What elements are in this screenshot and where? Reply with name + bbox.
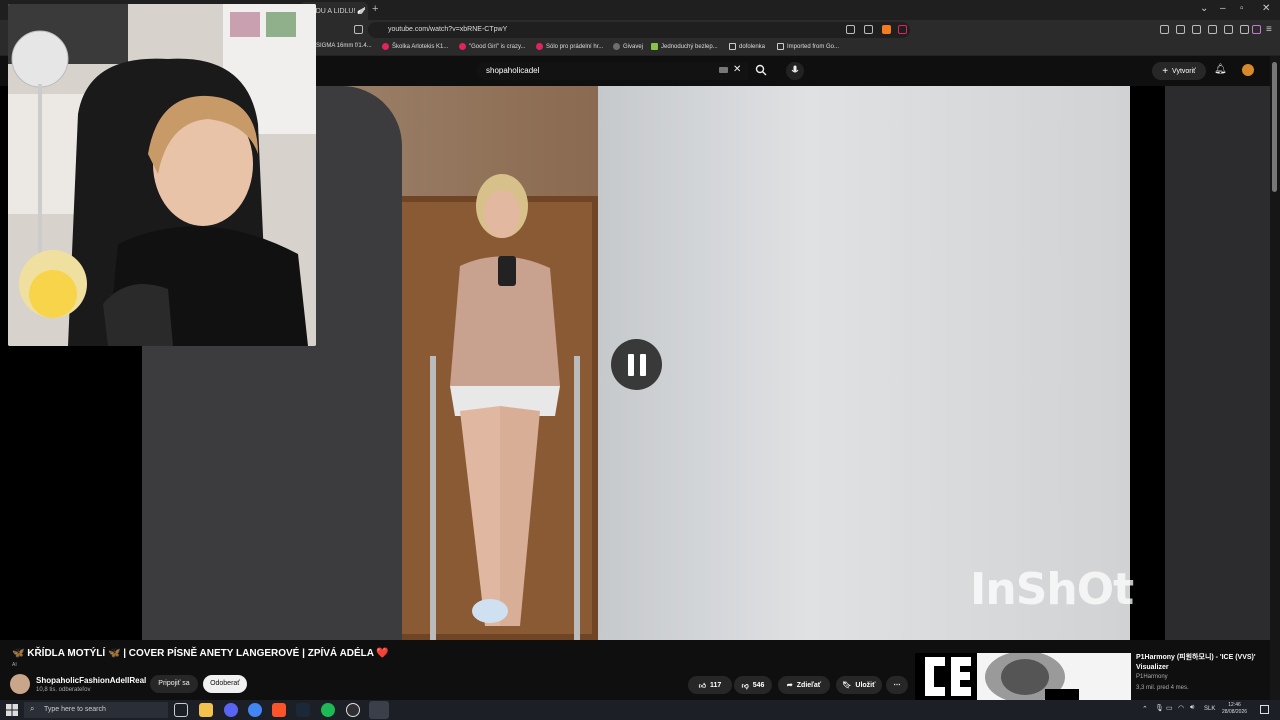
bookmark-item[interactable]: Sólo pro prádelní hr... [536,43,603,50]
create-button[interactable]: + Vytvoriť [1152,62,1206,80]
channel-avatar[interactable] [10,674,30,694]
brave-rewards-icon[interactable] [898,25,907,34]
bookmark-favicon-icon [613,43,620,50]
recommended-channel[interactable]: P1Harmony [1136,674,1168,680]
pause-button[interactable] [611,339,662,390]
video-watermark: InShOt [970,564,1134,615]
profile-icon[interactable] [1252,25,1261,34]
brave-icon[interactable] [272,703,286,717]
bookmark-icon: 🔖︎ [842,682,852,689]
plus-icon: + [1162,65,1169,77]
dislike-button[interactable]: 👎︎ 546 [734,676,772,694]
folder-icon [729,43,736,50]
search-button[interactable] [748,62,774,80]
more-actions-button[interactable]: ⋯ [886,676,908,694]
recommended-title[interactable]: P1Harmony (피원하모니) - 'ICE (VVS)' Visualiz… [1136,653,1266,673]
share-icon: ➦ [786,682,793,689]
thumbs-down-icon: 👎︎ [741,682,749,690]
search-input[interactable]: shopaholicadel [476,62,748,80]
windows-start-icon[interactable] [6,704,18,716]
bookmark-item[interactable]: Školka Arlotekis K1... [382,43,448,50]
video-frame-wall [598,86,1130,640]
search-icon: ⌕ [30,704,35,713]
save-button[interactable]: 🔖︎ Uložiť [836,676,882,694]
search-icon [755,64,767,76]
video-frame-person [450,174,560,626]
recommended-thumbnail-image [915,653,1131,700]
bookmark-favicon-icon [536,43,543,50]
discord-icon[interactable] [224,703,238,717]
keyboard-icon[interactable] [719,67,728,73]
leo-icon[interactable] [1240,25,1249,34]
ai-badge: AI [12,662,17,668]
share-button[interactable]: ➦ Zdieľať [778,676,830,694]
scrollbar-thumb[interactable] [1272,62,1277,192]
join-button[interactable]: Pripojiť sa [150,675,198,693]
network-icon[interactable]: ▭ [1166,704,1173,712]
webcam-overlay [8,4,316,346]
bookmark-favicon-icon [651,43,658,50]
bookmark-favicon-icon [459,43,466,50]
microphone-tray-icon[interactable]: 🎙︎ [1155,704,1164,712]
wifi-icon[interactable]: ◠ [1178,704,1184,712]
subscriber-count: 10,8 tis. odberateľov [36,687,91,693]
extensions-icon[interactable] [1160,25,1169,34]
folder-icon [777,43,784,50]
bookmark-item[interactable]: SIGMA 16mm f/1.4... [316,43,372,49]
subscribed-button[interactable]: Odoberať [203,675,247,693]
minimize-icon[interactable]: – [1220,3,1226,14]
sidebar-icon[interactable] [1192,25,1201,34]
media-icon[interactable] [1176,25,1185,34]
tray-expand-icon[interactable]: ⌃ [1142,705,1148,713]
spotify-icon[interactable] [321,703,335,717]
taskbar [0,700,1280,720]
url-field[interactable]: youtube.com/watch?v=xbRNE-CTpwY [368,22,910,38]
recommended-meta: 3,3 mil. pred 4 mes. [1136,685,1189,691]
bookmark-item[interactable]: "Good Girl" is crazy... [459,43,526,50]
chrome-icon[interactable] [248,703,262,717]
file-explorer-icon[interactable] [199,703,213,717]
thumbs-up-icon: 👍︎ [698,682,707,690]
channel-name[interactable]: ShopaholicFashionAdellReal [36,676,146,685]
bookmark-folder[interactable]: dofolenka [729,43,765,50]
taskbar-search[interactable]: Type here to search [24,702,168,718]
language-indicator[interactable]: SLK [1204,706,1215,712]
notification-center-icon[interactable] [1260,705,1269,714]
brave-active-icon[interactable] [369,701,389,719]
video-title: 🦋 KŘÍDLA MOTÝLÍ 🦋 | COVER PÍSNĚ ANETY LA… [12,648,389,659]
clock[interactable]: 12:46 28/08/2026 [1222,702,1247,716]
recommended-thumbnail[interactable] [915,653,1131,700]
maximize-icon[interactable]: ▫ [1240,3,1244,14]
obs-icon[interactable] [346,703,360,717]
volume-icon[interactable]: 🔊︎ [1190,704,1194,712]
translate-icon[interactable] [846,25,855,34]
new-tab-icon[interactable]: + [372,3,378,15]
tab-list-icon[interactable]: ⌄ [1200,3,1208,14]
mic-icon [791,65,799,73]
notifications-bell-icon[interactable]: 🔔︎ [1214,64,1227,75]
webcam-feed [8,4,316,346]
menu-icon[interactable]: ≡ [1266,24,1272,35]
task-view-icon[interactable] [174,703,188,717]
clear-search-icon[interactable]: ✕ [733,64,741,75]
bookmark-favicon-icon [382,43,389,50]
more-horizontal-icon: ⋯ [893,682,901,689]
like-button[interactable]: 👍︎ 117 [688,676,732,694]
bookmark-page-icon[interactable] [354,25,363,34]
account-avatar[interactable] [1242,64,1254,76]
bookmark-item[interactable]: Givavej [613,43,643,50]
brave-shield-icon[interactable] [882,25,891,34]
cast-icon[interactable] [864,25,873,34]
wallet-icon[interactable] [1208,25,1217,34]
bookmark-item[interactable]: Jednoduchý bezlep... [651,43,718,50]
voice-search-button[interactable] [786,62,804,80]
pause-icon-bar [639,353,646,376]
pause-icon [627,353,634,376]
vpn-icon[interactable] [1224,25,1233,34]
steam-icon[interactable] [296,703,310,717]
side-panel [1165,86,1270,640]
close-window-icon[interactable]: ✕ [1262,3,1270,14]
bookmark-folder[interactable]: Imported from Go... [777,43,839,50]
